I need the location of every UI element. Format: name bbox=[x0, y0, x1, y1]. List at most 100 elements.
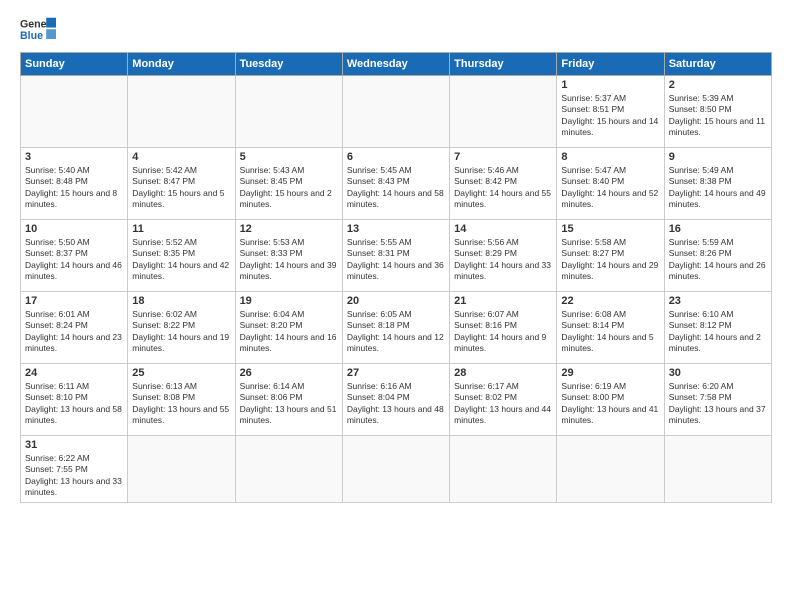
day-info: Sunrise: 6:22 AM Sunset: 7:55 PM Dayligh… bbox=[25, 453, 122, 497]
day-info: Sunrise: 6:17 AM Sunset: 8:02 PM Dayligh… bbox=[454, 381, 551, 425]
week-row-0: 1 Sunrise: 5:37 AM Sunset: 8:51 PM Daylig… bbox=[21, 76, 772, 148]
day-number: 18 bbox=[132, 295, 230, 307]
day-info: Sunrise: 5:50 AM Sunset: 8:37 PM Dayligh… bbox=[25, 237, 122, 281]
day-cell bbox=[450, 436, 557, 503]
day-cell: 10Sunrise: 5:50 AM Sunset: 8:37 PM Dayli… bbox=[21, 220, 128, 292]
day-info: Sunrise: 5:49 AM Sunset: 8:38 PM Dayligh… bbox=[669, 165, 766, 209]
day-cell: 22 Sunrise: 6:08 AM Sunset: 8:14 PM Dayli… bbox=[557, 292, 664, 364]
day-number: 30 bbox=[669, 367, 767, 379]
day-number: 25 bbox=[132, 367, 230, 379]
day-cell bbox=[235, 436, 342, 503]
day-cell: 16Sunrise: 5:59 AM Sunset: 8:26 PM Dayli… bbox=[664, 220, 771, 292]
week-row-4: 24 Sunrise: 6:11 AM Sunset: 8:10 PM Dayli… bbox=[21, 364, 772, 436]
day-cell: 3 Sunrise: 5:40 AM Sunset: 8:48 PM Daylig… bbox=[21, 148, 128, 220]
day-cell: 27 Sunrise: 6:16 AM Sunset: 8:04 PM Dayli… bbox=[342, 364, 449, 436]
header: General Blue bbox=[20, 16, 772, 44]
day-number: 22 bbox=[561, 295, 659, 307]
day-info: Sunrise: 6:01 AM Sunset: 8:24 PM Dayligh… bbox=[25, 309, 122, 353]
day-cell: 2Sunrise: 5:39 AM Sunset: 8:50 PM Daylig… bbox=[664, 76, 771, 148]
day-info: Sunrise: 5:55 AM Sunset: 8:31 PM Dayligh… bbox=[347, 237, 444, 281]
weekday-header-friday: Friday bbox=[557, 53, 664, 76]
day-number: 31 bbox=[25, 439, 123, 451]
weekday-header-thursday: Thursday bbox=[450, 53, 557, 76]
day-number: 29 bbox=[561, 367, 659, 379]
day-info: Sunrise: 6:07 AM Sunset: 8:16 PM Dayligh… bbox=[454, 309, 546, 353]
day-cell: 28Sunrise: 6:17 AM Sunset: 8:02 PM Dayli… bbox=[450, 364, 557, 436]
day-cell: 13Sunrise: 5:55 AM Sunset: 8:31 PM Dayli… bbox=[342, 220, 449, 292]
day-cell: 15Sunrise: 5:58 AM Sunset: 8:27 PM Dayli… bbox=[557, 220, 664, 292]
day-cell bbox=[342, 76, 449, 148]
day-cell: 14 Sunrise: 5:56 AM Sunset: 8:29 PM Dayli… bbox=[450, 220, 557, 292]
day-cell bbox=[450, 76, 557, 148]
week-row-1: 3 Sunrise: 5:40 AM Sunset: 8:48 PM Daylig… bbox=[21, 148, 772, 220]
day-cell: 21 Sunrise: 6:07 AM Sunset: 8:16 PM Dayli… bbox=[450, 292, 557, 364]
day-info: Sunrise: 5:53 AM Sunset: 8:33 PM Dayligh… bbox=[240, 237, 337, 281]
day-info: Sunrise: 5:37 AM Sunset: 8:51 PM Dayligh… bbox=[561, 93, 658, 137]
weekday-header-monday: Monday bbox=[128, 53, 235, 76]
day-cell: 24 Sunrise: 6:11 AM Sunset: 8:10 PM Dayli… bbox=[21, 364, 128, 436]
day-info: Sunrise: 5:45 AM Sunset: 8:43 PM Dayligh… bbox=[347, 165, 444, 209]
day-info: Sunrise: 6:08 AM Sunset: 8:14 PM Dayligh… bbox=[561, 309, 653, 353]
day-info: Sunrise: 6:16 AM Sunset: 8:04 PM Dayligh… bbox=[347, 381, 444, 425]
day-cell bbox=[128, 436, 235, 503]
day-number: 5 bbox=[240, 151, 338, 163]
day-info: Sunrise: 6:20 AM Sunset: 7:58 PM Dayligh… bbox=[669, 381, 766, 425]
calendar-table: SundayMondayTuesdayWednesdayThursdayFrid… bbox=[20, 52, 772, 503]
day-number: 15 bbox=[561, 223, 659, 235]
day-info: Sunrise: 5:43 AM Sunset: 8:45 PM Dayligh… bbox=[240, 165, 332, 209]
day-cell: 23 Sunrise: 6:10 AM Sunset: 8:12 PM Dayli… bbox=[664, 292, 771, 364]
logo: General Blue bbox=[20, 16, 56, 44]
day-number: 4 bbox=[132, 151, 230, 163]
day-info: Sunrise: 5:56 AM Sunset: 8:29 PM Dayligh… bbox=[454, 237, 551, 281]
day-cell: 18 Sunrise: 6:02 AM Sunset: 8:22 PM Dayli… bbox=[128, 292, 235, 364]
day-number: 3 bbox=[25, 151, 123, 163]
weekday-header-sunday: Sunday bbox=[21, 53, 128, 76]
day-info: Sunrise: 6:13 AM Sunset: 8:08 PM Dayligh… bbox=[132, 381, 229, 425]
day-cell: 9Sunrise: 5:49 AM Sunset: 8:38 PM Daylig… bbox=[664, 148, 771, 220]
day-number: 16 bbox=[669, 223, 767, 235]
day-number: 1 bbox=[561, 79, 659, 91]
day-cell bbox=[128, 76, 235, 148]
day-info: Sunrise: 5:46 AM Sunset: 8:42 PM Dayligh… bbox=[454, 165, 551, 209]
day-number: 20 bbox=[347, 295, 445, 307]
day-number: 6 bbox=[347, 151, 445, 163]
day-cell bbox=[342, 436, 449, 503]
day-cell: 19Sunrise: 6:04 AM Sunset: 8:20 PM Dayli… bbox=[235, 292, 342, 364]
weekday-header-tuesday: Tuesday bbox=[235, 53, 342, 76]
day-cell: 12 Sunrise: 5:53 AM Sunset: 8:33 PM Dayli… bbox=[235, 220, 342, 292]
day-number: 21 bbox=[454, 295, 552, 307]
day-cell: 31 Sunrise: 6:22 AM Sunset: 7:55 PM Dayli… bbox=[21, 436, 128, 503]
day-info: Sunrise: 6:10 AM Sunset: 8:12 PM Dayligh… bbox=[669, 309, 761, 353]
day-cell: 29 Sunrise: 6:19 AM Sunset: 8:00 PM Dayli… bbox=[557, 364, 664, 436]
day-number: 19 bbox=[240, 295, 338, 307]
day-info: Sunrise: 5:52 AM Sunset: 8:35 PM Dayligh… bbox=[132, 237, 229, 281]
day-cell bbox=[21, 76, 128, 148]
day-number: 12 bbox=[240, 223, 338, 235]
day-cell: 11Sunrise: 5:52 AM Sunset: 8:35 PM Dayli… bbox=[128, 220, 235, 292]
day-cell bbox=[557, 436, 664, 503]
day-cell: 8 Sunrise: 5:47 AM Sunset: 8:40 PM Daylig… bbox=[557, 148, 664, 220]
day-cell bbox=[235, 76, 342, 148]
day-info: Sunrise: 6:19 AM Sunset: 8:00 PM Dayligh… bbox=[561, 381, 658, 425]
weekday-header-saturday: Saturday bbox=[664, 53, 771, 76]
day-number: 7 bbox=[454, 151, 552, 163]
day-info: Sunrise: 6:11 AM Sunset: 8:10 PM Dayligh… bbox=[25, 381, 122, 425]
weekday-header-row: SundayMondayTuesdayWednesdayThursdayFrid… bbox=[21, 53, 772, 76]
page: General Blue SundayMondayTuesdayWednesda… bbox=[0, 0, 792, 612]
week-row-2: 10Sunrise: 5:50 AM Sunset: 8:37 PM Dayli… bbox=[21, 220, 772, 292]
generalblue-icon: General Blue bbox=[20, 16, 56, 44]
day-number: 14 bbox=[454, 223, 552, 235]
day-cell: 7 Sunrise: 5:46 AM Sunset: 8:42 PM Daylig… bbox=[450, 148, 557, 220]
day-number: 24 bbox=[25, 367, 123, 379]
day-info: Sunrise: 5:40 AM Sunset: 8:48 PM Dayligh… bbox=[25, 165, 117, 209]
day-number: 27 bbox=[347, 367, 445, 379]
day-cell: 26Sunrise: 6:14 AM Sunset: 8:06 PM Dayli… bbox=[235, 364, 342, 436]
day-info: Sunrise: 5:47 AM Sunset: 8:40 PM Dayligh… bbox=[561, 165, 658, 209]
day-number: 23 bbox=[669, 295, 767, 307]
day-number: 8 bbox=[561, 151, 659, 163]
day-cell bbox=[664, 436, 771, 503]
day-cell: 30 Sunrise: 6:20 AM Sunset: 7:58 PM Dayli… bbox=[664, 364, 771, 436]
day-info: Sunrise: 6:02 AM Sunset: 8:22 PM Dayligh… bbox=[132, 309, 229, 353]
weekday-header-wednesday: Wednesday bbox=[342, 53, 449, 76]
day-info: Sunrise: 6:14 AM Sunset: 8:06 PM Dayligh… bbox=[240, 381, 337, 425]
